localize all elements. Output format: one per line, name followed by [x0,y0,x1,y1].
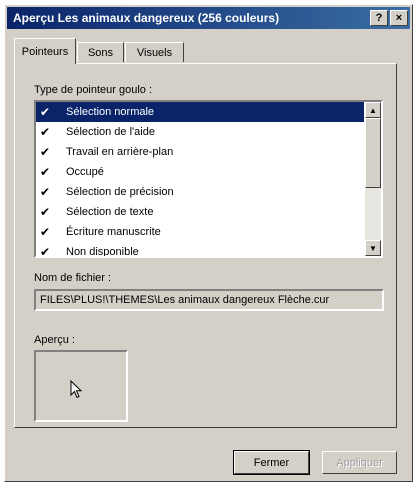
file-name-label: Nom de fichier : [34,272,112,284]
scroll-up-icon[interactable]: ▲ [365,102,381,118]
apply-button[interactable]: Appliquer [322,451,397,474]
scroll-down-icon[interactable]: ▼ [365,240,381,256]
check-icon: ✔ [40,125,51,139]
list-item[interactable]: ✔ Occupé [36,162,381,182]
file-name-field: FILES\PLUS!\THEMES\Les animaux dangereux… [34,289,384,311]
title-bar: Aperçu Les animaux dangereux (256 couleu… [7,7,410,29]
help-button[interactable]: ? [370,10,388,26]
scroll-thumb[interactable] [365,118,381,188]
list-item[interactable]: ✔ Sélection de texte [36,202,381,222]
check-icon: ✔ [40,165,51,179]
pointer-list-label: Type de pointeur goulo : [34,84,153,96]
window-title: Aperçu Les animaux dangereux (256 couleu… [13,11,280,25]
list-item[interactable]: ✔ Travail en arrière-plan [36,142,381,162]
check-icon: ✔ [40,145,51,159]
check-icon: ✔ [40,185,51,199]
check-icon: ✔ [40,105,51,119]
vertical-scrollbar[interactable]: ▲ ▼ [365,102,381,256]
list-item[interactable]: ✔ Sélection normale [36,102,364,122]
list-item[interactable]: ✔ Non disponible [36,242,381,258]
close-icon[interactable]: × [390,10,408,26]
check-icon: ✔ [40,245,51,258]
list-item[interactable]: ✔ Écriture manuscrite [36,222,381,242]
tab-pointeurs[interactable]: Pointeurs [14,38,76,64]
preview-box [34,350,128,422]
pointer-list[interactable]: ✔ Sélection normale ✔ Sélection de l'aide … [34,100,383,258]
list-item[interactable]: ✔ Sélection de l'aide [36,122,381,142]
check-icon: ✔ [40,205,51,219]
preview-label: Aperçu : [34,334,75,346]
check-icon: ✔ [40,225,51,239]
close-button[interactable]: Fermer [233,450,310,475]
arrow-cursor-icon [70,380,83,399]
tab-visuels[interactable]: Visuels [125,42,184,62]
list-item[interactable]: ✔ Sélection de précision [36,182,381,202]
tab-sons[interactable]: Sons [77,42,124,62]
